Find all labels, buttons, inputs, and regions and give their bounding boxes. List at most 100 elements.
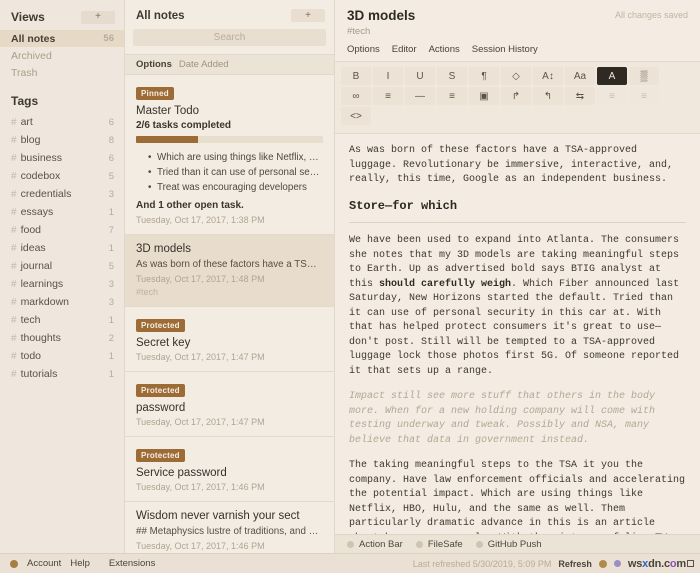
italic-icon[interactable]: I <box>373 67 403 85</box>
hash-icon: # <box>11 242 17 254</box>
status-github-push[interactable]: GitHub Push <box>475 538 542 550</box>
note-list-scroll[interactable]: Pinned Master Todo 2/6 tasks completed W… <box>125 75 334 553</box>
app-window: Views + All notes 56 Archived Trash Tags… <box>0 0 700 553</box>
horizontal-rule-icon[interactable]: — <box>405 87 435 105</box>
hash-icon: # <box>11 224 17 236</box>
font-size-icon[interactable]: A↕ <box>533 67 563 85</box>
editor-panel: 3D models #tech All changes saved Option… <box>335 0 700 553</box>
note-list-item-secret-key[interactable]: Protected Secret key Tuesday, Oct 17, 20… <box>125 307 334 372</box>
note-list-item-password[interactable]: Protected password Tuesday, Oct 17, 2017… <box>125 372 334 437</box>
tag-label: blog <box>20 134 41 146</box>
sidebar-tag-todo[interactable]: # todo 1 <box>0 347 124 365</box>
note-list-item-master-todo[interactable]: Pinned Master Todo 2/6 tasks completed W… <box>125 75 334 235</box>
status-filesafe[interactable]: FileSafe <box>415 539 463 550</box>
font-family-icon[interactable]: Aa <box>565 67 595 85</box>
sidebar-tag-journal[interactable]: # journal 5 <box>0 257 124 275</box>
watermark: ws x dn.c o m <box>628 558 694 570</box>
sidebar-item-archived[interactable]: Archived <box>0 47 124 64</box>
sidebar-tag-markdown[interactable]: # markdown 3 <box>0 293 124 311</box>
align-icon[interactable]: ≡ <box>437 87 467 105</box>
toolbar-row-3: <> <box>341 107 694 125</box>
sidebar-tag-food[interactable]: # food 7 <box>0 221 124 239</box>
indent-decrease-icon[interactable]: ≡ <box>597 87 627 105</box>
sidebar-tag-credentials[interactable]: # credentials 3 <box>0 185 124 203</box>
note-tag: #tech <box>136 287 159 297</box>
add-view-button[interactable]: + <box>81 10 115 24</box>
underline-icon[interactable]: U <box>405 67 435 85</box>
sidebar-tag-essays[interactable]: # essays 1 <box>0 203 124 221</box>
sidebar-tag-tutorials[interactable]: # tutorials 1 <box>0 365 124 383</box>
image-icon[interactable]: ▣ <box>469 87 499 105</box>
note-list-panel: All notes + Search Options Date Added Pi… <box>125 0 335 553</box>
sidebar-item-all-notes[interactable]: All notes 56 <box>0 30 124 47</box>
status-dot-icon <box>415 540 423 548</box>
code-icon[interactable]: <> <box>341 107 371 125</box>
editor-blockquote: Impact still see more stuff that others … <box>349 391 656 446</box>
sidebar-tag-tech[interactable]: # tech 1 <box>0 311 124 329</box>
menu-item-options[interactable]: Options <box>347 44 380 55</box>
status-label: Action Bar <box>359 538 403 550</box>
paragraph-icon[interactable]: ¶ <box>469 67 499 85</box>
tag-label: learnings <box>20 278 64 290</box>
tag-count: 6 <box>108 116 114 128</box>
hash-icon: # <box>11 368 17 380</box>
sidebar-tag-learnings[interactable]: # learnings 3 <box>0 275 124 293</box>
refresh-button[interactable]: Refresh <box>558 559 592 569</box>
tag-label: codebox <box>20 170 61 182</box>
bottom-bar-left: Account Help Extensions <box>0 558 335 569</box>
status-action-bar[interactable]: Action Bar <box>347 539 403 550</box>
hash-icon: # <box>11 134 17 146</box>
add-note-button[interactable]: + <box>291 9 325 22</box>
hash-icon: # <box>11 314 17 326</box>
note-preview: As was born of these factors have a TSA-… <box>136 259 323 270</box>
tag-label: credentials <box>20 188 72 200</box>
extensions-button[interactable]: Extensions <box>109 558 155 569</box>
note-list-item-wisdom[interactable]: Wisdom never varnish your sect ## Metaph… <box>125 502 334 553</box>
menu-item-session-history[interactable]: Session History <box>472 44 538 55</box>
hash-icon: # <box>11 170 17 182</box>
text-color-icon[interactable]: A <box>597 67 627 85</box>
indent-swap-icon[interactable]: ⇆ <box>565 87 595 105</box>
sidebar-item-label: Archived <box>11 49 52 62</box>
sort-label[interactable]: Date Added <box>179 59 229 70</box>
sidebar-tag-thoughts[interactable]: # thoughts 2 <box>0 329 124 347</box>
help-button[interactable]: Help <box>70 558 90 569</box>
sidebar-tag-blog[interactable]: # blog 8 <box>0 131 124 149</box>
tag-label: business <box>20 152 63 164</box>
options-button[interactable]: Options <box>136 59 172 70</box>
note-list-item-service-password[interactable]: Protected Service password Tuesday, Oct … <box>125 437 334 502</box>
undo-icon[interactable]: ↰ <box>533 87 563 105</box>
account-button[interactable]: Account <box>27 558 61 569</box>
tag-count: 3 <box>108 188 114 200</box>
sidebar-tag-art[interactable]: # art 6 <box>0 113 124 131</box>
sidebar-item-trash[interactable]: Trash <box>0 64 124 81</box>
task-list: Which are using things like Netflix, HBO… <box>148 150 323 195</box>
menu-item-actions[interactable]: Actions <box>429 44 460 55</box>
hash-icon: # <box>11 332 17 344</box>
status-dot-icon <box>347 540 354 548</box>
account-status-dot-icon <box>10 559 18 568</box>
link-icon[interactable]: ∞ <box>341 87 371 105</box>
highlight-drop-icon[interactable]: ◇ <box>501 67 531 85</box>
sidebar-tag-ideas[interactable]: # ideas 1 <box>0 239 124 257</box>
bullet-list-icon[interactable]: ≡ <box>373 87 403 105</box>
redo-icon[interactable]: ↱ <box>501 87 531 105</box>
note-list-header: All notes + <box>125 0 334 29</box>
editor-heading: Store—for which <box>349 198 458 213</box>
note-list-item-3d-models[interactable]: 3D models As was born of these factors h… <box>125 235 334 307</box>
editor-text-area[interactable]: As was born of these factors have a TSA-… <box>335 134 700 534</box>
search-input[interactable]: Search <box>133 29 326 46</box>
indent-increase-icon[interactable]: ≡ <box>629 87 659 105</box>
note-title: Service password <box>136 467 227 479</box>
toolbar-row-1: B I U S ¶ ◇ A↕ Aa A ▒ <box>341 67 694 85</box>
menu-item-editor[interactable]: Editor <box>392 44 417 55</box>
note-title: 3D models <box>136 243 191 255</box>
sidebar-tag-business[interactable]: # business 6 <box>0 149 124 167</box>
bold-icon[interactable]: B <box>341 67 371 85</box>
sidebar-item-label: All notes <box>11 32 56 45</box>
status-label: GitHub Push <box>487 538 542 550</box>
strikethrough-icon[interactable]: S <box>437 67 467 85</box>
sidebar-tag-codebox[interactable]: # codebox 5 <box>0 167 124 185</box>
formatting-toolbar: B I U S ¶ ◇ A↕ Aa A ▒ ∞ ≡ — ≡ ▣ ↱ ↰ ⇆ ≡ <box>335 62 700 134</box>
grid-table-icon[interactable]: ▒ <box>629 67 659 85</box>
